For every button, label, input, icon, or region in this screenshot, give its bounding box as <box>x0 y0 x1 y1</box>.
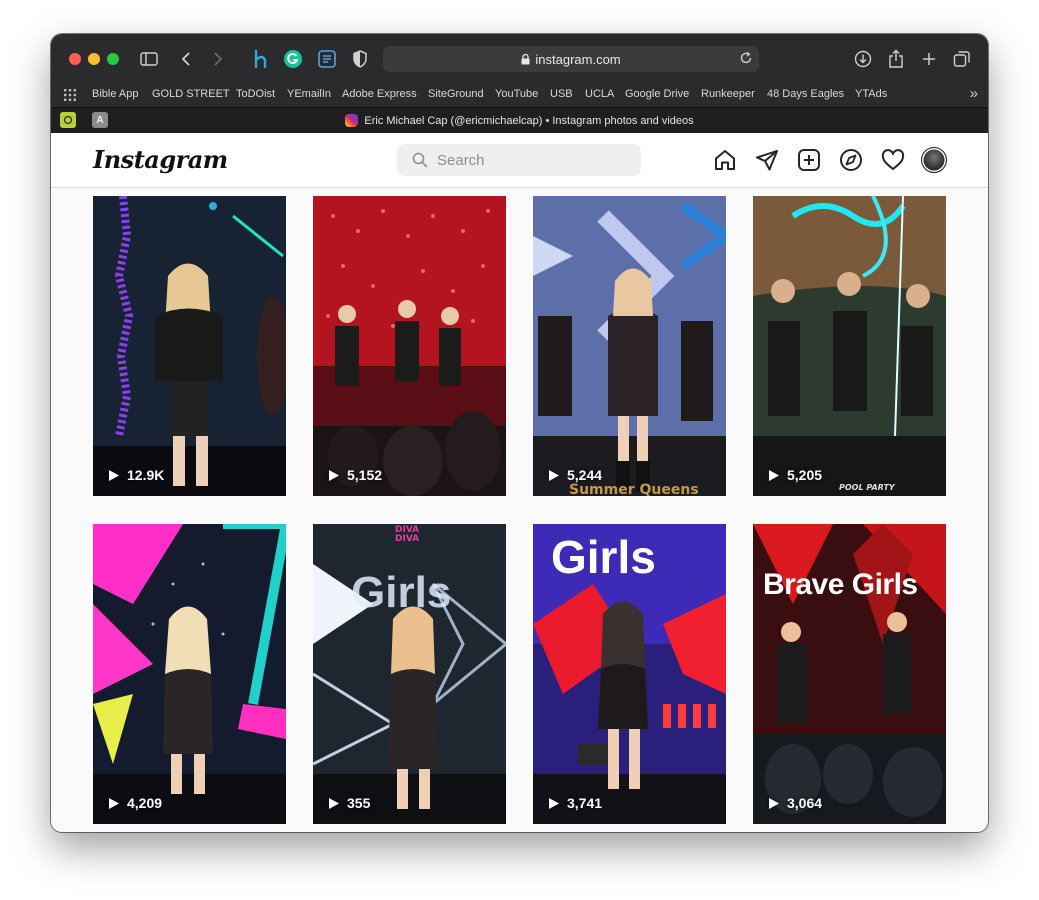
bookmark-runkeeper[interactable]: Runkeeper <box>701 88 755 100</box>
reel-post-3[interactable]: Summer Queens 5,244 <box>533 196 726 496</box>
apps-grid-icon[interactable] <box>64 88 76 106</box>
minimize-window-button[interactable] <box>88 53 100 65</box>
view-count-6: 355 <box>328 795 370 811</box>
overlay-text-8: Brave Girls <box>763 568 918 601</box>
direct-icon[interactable] <box>754 147 780 173</box>
downloads-icon[interactable] <box>852 48 874 70</box>
view-count-label: 5,244 <box>567 467 603 483</box>
address-text: instagram.com <box>535 51 621 67</box>
privacy-shield-icon[interactable] <box>349 48 371 70</box>
view-count-2: 5,152 <box>328 467 382 483</box>
view-count-5: 4,209 <box>108 795 162 811</box>
play-icon <box>329 797 339 809</box>
play-icon <box>769 797 779 809</box>
overlay-text-7: Girls <box>551 531 656 583</box>
bookmarks-bar: Bible App GOLD STREET ToDOist YEmailIn A… <box>51 82 988 107</box>
browser-toolbar: instagram.com <box>51 34 988 82</box>
view-count-1: 12.9K <box>108 467 164 483</box>
instagram-header: Instagram <box>51 133 988 188</box>
overlay-text-6: DIVA DIVA <box>395 525 420 544</box>
view-count-8: 3,064 <box>768 795 822 811</box>
tab-bar: A Eric Michael Cap (@ericmichaelcap) • I… <box>51 107 988 133</box>
view-count-label: 3,064 <box>787 795 823 811</box>
play-icon <box>109 469 119 481</box>
bookmark-48-days-eagles[interactable]: 48 Days Eagles <box>767 88 844 100</box>
zoom-window-button[interactable] <box>107 53 119 65</box>
profile-avatar[interactable] <box>921 147 947 173</box>
reel-thumbnail-4 <box>753 196 946 496</box>
overlay-text-3: Summer Queens <box>569 482 699 496</box>
reel-thumbnail-3 <box>533 196 726 496</box>
lock-icon <box>521 53 530 65</box>
back-icon[interactable] <box>175 48 197 70</box>
notes-extension-icon[interactable] <box>316 48 338 70</box>
play-icon <box>769 469 779 481</box>
browser-window: instagram.com Bible App GOLD STREET ToDO… <box>51 34 988 832</box>
reel-thumbnail-2 <box>313 196 506 496</box>
bookmark-bible-app[interactable]: Bible App <box>92 88 138 100</box>
reel-post-2[interactable]: 5,152 <box>313 196 506 496</box>
bookmark-todoist[interactable]: ToDOist <box>236 88 275 100</box>
play-icon <box>329 469 339 481</box>
view-count-4: 5,205 <box>768 467 822 483</box>
reel-post-8[interactable]: Brave Girls 3,064 <box>753 524 946 824</box>
activity-icon[interactable] <box>880 147 906 173</box>
bookmark-gold-street[interactable]: GOLD STREET <box>152 88 230 100</box>
search-input[interactable] <box>437 144 627 176</box>
reload-icon[interactable] <box>739 51 753 68</box>
bookmark-yemailin[interactable]: YEmailIn <box>287 88 331 100</box>
sidebar-icon[interactable] <box>138 48 160 70</box>
view-count-label: 355 <box>347 795 371 811</box>
search-icon <box>412 152 428 173</box>
play-icon <box>109 797 119 809</box>
bookmark-usb[interactable]: USB <box>550 88 573 100</box>
address-bar[interactable]: instagram.com <box>383 46 759 72</box>
view-count-label: 5,152 <box>347 467 383 483</box>
bookmark-ucla[interactable]: UCLA <box>585 88 614 100</box>
overlay-title-6: Girls <box>351 568 452 617</box>
view-count-label: 12.9K <box>127 467 165 483</box>
search-box[interactable] <box>397 144 641 176</box>
instagram-logo[interactable]: Instagram <box>93 145 228 174</box>
bookmark-ytads[interactable]: YTAds <box>855 88 887 100</box>
bookmark-adobe-express[interactable]: Adobe Express <box>342 88 417 100</box>
grammarly-extension-icon[interactable] <box>282 48 304 70</box>
view-count-3: 5,244 <box>548 467 602 483</box>
play-icon <box>549 797 559 809</box>
reel-post-1[interactable]: 12.9K <box>93 196 286 496</box>
posts-grid: 12.9K 5,152 Summer Queens 5,244 POOL PAR… <box>51 188 988 832</box>
reel-thumbnail-1 <box>93 196 286 496</box>
explore-icon[interactable] <box>838 147 864 173</box>
share-icon[interactable] <box>885 48 907 70</box>
bookmark-google-drive[interactable]: Google Drive <box>625 88 689 100</box>
play-icon <box>549 469 559 481</box>
tab-title: Eric Michael Cap (@ericmichaelcap) • Ins… <box>364 114 694 127</box>
overlay-text-4: POOL PARTY <box>839 483 895 492</box>
tab-overview-icon[interactable] <box>951 48 973 70</box>
view-count-label: 5,205 <box>787 467 823 483</box>
honey-extension-icon[interactable] <box>250 48 272 70</box>
new-post-icon[interactable] <box>796 147 822 173</box>
home-icon[interactable] <box>712 147 738 173</box>
new-tab-icon[interactable] <box>918 48 940 70</box>
reel-post-6[interactable]: Girls DIVA DIVA 355 <box>313 524 506 824</box>
more-bookmarks-icon[interactable]: » <box>970 85 978 102</box>
reel-post-5[interactable]: 4,209 <box>93 524 286 824</box>
bookmark-siteground[interactable]: SiteGround <box>428 88 484 100</box>
instagram-favicon-icon <box>345 114 359 127</box>
reel-post-7[interactable]: Girls 3,741 <box>533 524 726 824</box>
forward-icon[interactable] <box>207 48 229 70</box>
view-count-label: 4,209 <box>127 795 163 811</box>
close-window-button[interactable] <box>69 53 81 65</box>
reel-post-4[interactable]: POOL PARTY 5,205 <box>753 196 946 496</box>
view-count-7: 3,741 <box>548 795 602 811</box>
active-tab[interactable]: Eric Michael Cap (@ericmichaelcap) • Ins… <box>51 114 988 127</box>
view-count-label: 3,741 <box>567 795 603 811</box>
bookmark-youtube[interactable]: YouTube <box>495 88 538 100</box>
reel-thumbnail-5 <box>93 524 286 824</box>
